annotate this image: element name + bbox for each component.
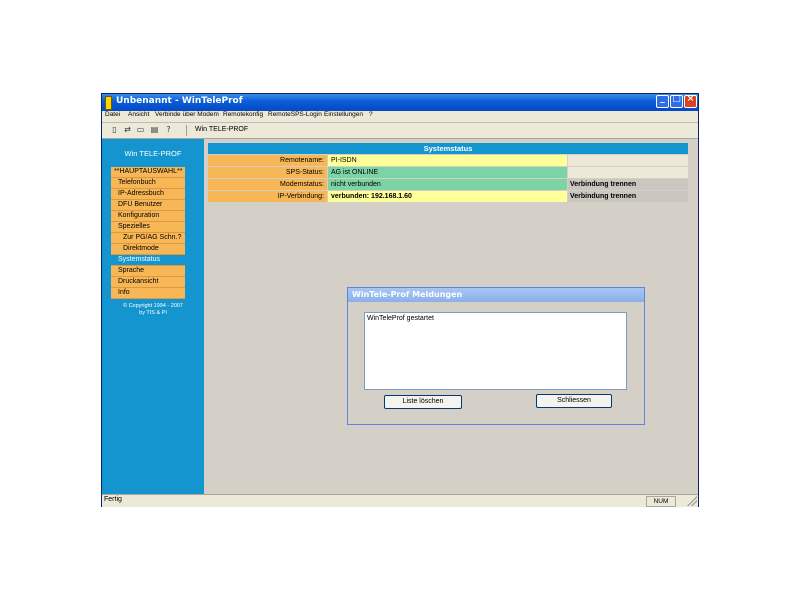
status-row-remotename: Remotename: PI-ISDN <box>208 155 688 166</box>
sidebar-item-systemstatus[interactable]: Systemstatus <box>111 255 185 266</box>
status-row-ip-verbindung: IP-Verbindung: verbunden: 192.168.1.60 V… <box>208 191 688 202</box>
sidebar-item-ip-adressbuch[interactable]: IP-Adressbuch <box>111 189 185 200</box>
toolbar-title: Win TELE-PROF <box>195 126 249 133</box>
copyright: © Copyright 1994 - 2007 by TIS & PI <box>102 303 204 317</box>
status-action <box>568 155 688 166</box>
menu-remotesps-login[interactable]: RemoteSPS-Login <box>268 111 322 118</box>
status-label: IP-Verbindung: <box>208 191 327 202</box>
toolbar-separator <box>186 125 187 136</box>
minimize-icon: _ <box>660 94 665 104</box>
modem-icon[interactable]: ▭ <box>136 125 145 134</box>
close-window-button[interactable]: × <box>684 94 697 108</box>
sidebar-item-zur-pg-ag[interactable]: Zur PG/AG Schn.? <box>111 233 185 244</box>
status-row-modemstatus: Modemstatus: nicht verbunden Verbindung … <box>208 179 688 190</box>
menu-bar: Datei Ansicht Verbinde über Modem Remote… <box>102 111 698 123</box>
status-value: PI-ISDN <box>328 155 567 166</box>
sidebar-item-hauptauswahl[interactable]: **HAUPTAUSWAHL** <box>111 167 185 178</box>
message-item: WinTeleProf gestartet <box>367 315 434 322</box>
menu-remotekonfig[interactable]: Remotekonfig <box>223 111 263 118</box>
disconnect-ip-button[interactable]: Verbindung trennen <box>568 191 688 202</box>
connect-icon[interactable]: ⇄ <box>123 125 132 134</box>
status-label: SPS-Status: <box>208 167 327 178</box>
status-label: Modemstatus: <box>208 179 327 190</box>
message-list[interactable]: WinTeleProf gestartet <box>364 312 627 390</box>
sidebar-item-konfiguration[interactable]: Konfiguration <box>111 211 185 222</box>
status-label: Remotename: <box>208 155 327 166</box>
maximize-icon: □ <box>672 94 681 104</box>
minimize-button[interactable]: _ <box>656 94 669 108</box>
status-value: verbunden: 192.168.1.60 <box>328 191 567 202</box>
app-icon <box>105 96 112 110</box>
sidebar-item-telefonbuch[interactable]: Telefonbuch <box>111 178 185 189</box>
sidebar-item-direktmode[interactable]: Direktmode <box>111 244 185 255</box>
status-text: Fertig <box>104 496 122 503</box>
status-value: nicht verbunden <box>328 179 567 190</box>
copyright-line2: by TIS & PI <box>139 310 167 316</box>
dialog-title: WinTele-Prof Meldungen <box>352 290 463 299</box>
menu-einstellungen[interactable]: Einstellungen <box>324 111 363 118</box>
sidebar: Win TELE-PROF **HAUPTAUSWAHL** Telefonbu… <box>102 139 204 494</box>
copyright-line1: © Copyright 1994 - 2007 <box>122 303 183 309</box>
toolbar: ▯ ⇄ ▭ ▤ ? Win TELE-PROF <box>102 123 698 139</box>
title-bar[interactable]: Unbenannt - WinTeleProf _ □ × <box>102 94 698 111</box>
clear-list-button[interactable]: Liste löschen <box>384 395 462 409</box>
menu-verbinde-modem[interactable]: Verbinde über Modem <box>155 111 219 118</box>
maximize-button[interactable]: □ <box>670 94 683 108</box>
print-icon[interactable]: ▤ <box>150 125 159 134</box>
menu-datei[interactable]: Datei <box>105 111 120 118</box>
status-action <box>568 167 688 178</box>
sidebar-nav: **HAUPTAUSWAHL** Telefonbuch IP-Adressbu… <box>111 167 185 299</box>
sidebar-item-spezielles[interactable]: Spezielles <box>111 222 185 233</box>
close-icon: × <box>686 94 695 104</box>
help-icon[interactable]: ? <box>164 125 173 134</box>
close-dialog-button[interactable]: Schliessen <box>536 394 612 408</box>
sidebar-item-dfue-benutzer[interactable]: DFÜ Benutzer <box>111 200 185 211</box>
sidebar-item-druckansicht[interactable]: Druckansicht <box>111 277 185 288</box>
resize-grip-icon[interactable] <box>687 496 697 506</box>
dialog-title-bar[interactable]: WinTele-Prof Meldungen <box>348 288 644 302</box>
window-title: Unbenannt - WinTeleProf <box>116 96 243 106</box>
disconnect-modem-button[interactable]: Verbindung trennen <box>568 179 688 190</box>
systemstatus-title: Systemstatus <box>208 143 688 154</box>
sidebar-title: Win TELE-PROF <box>124 149 182 158</box>
status-bar: Fertig NUM <box>102 494 698 507</box>
status-value: AG ist ONLINE <box>328 167 567 178</box>
new-icon[interactable]: ▯ <box>110 125 119 134</box>
num-lock-indicator: NUM <box>646 496 676 507</box>
sidebar-item-sprache[interactable]: Sprache <box>111 266 185 277</box>
menu-ansicht[interactable]: Ansicht <box>128 111 149 118</box>
messages-dialog: WinTele-Prof Meldungen WinTeleProf gesta… <box>347 287 645 425</box>
status-row-sps-status: SPS-Status: AG ist ONLINE <box>208 167 688 178</box>
sidebar-item-info[interactable]: Info <box>111 288 185 299</box>
menu-help[interactable]: ? <box>369 111 373 118</box>
